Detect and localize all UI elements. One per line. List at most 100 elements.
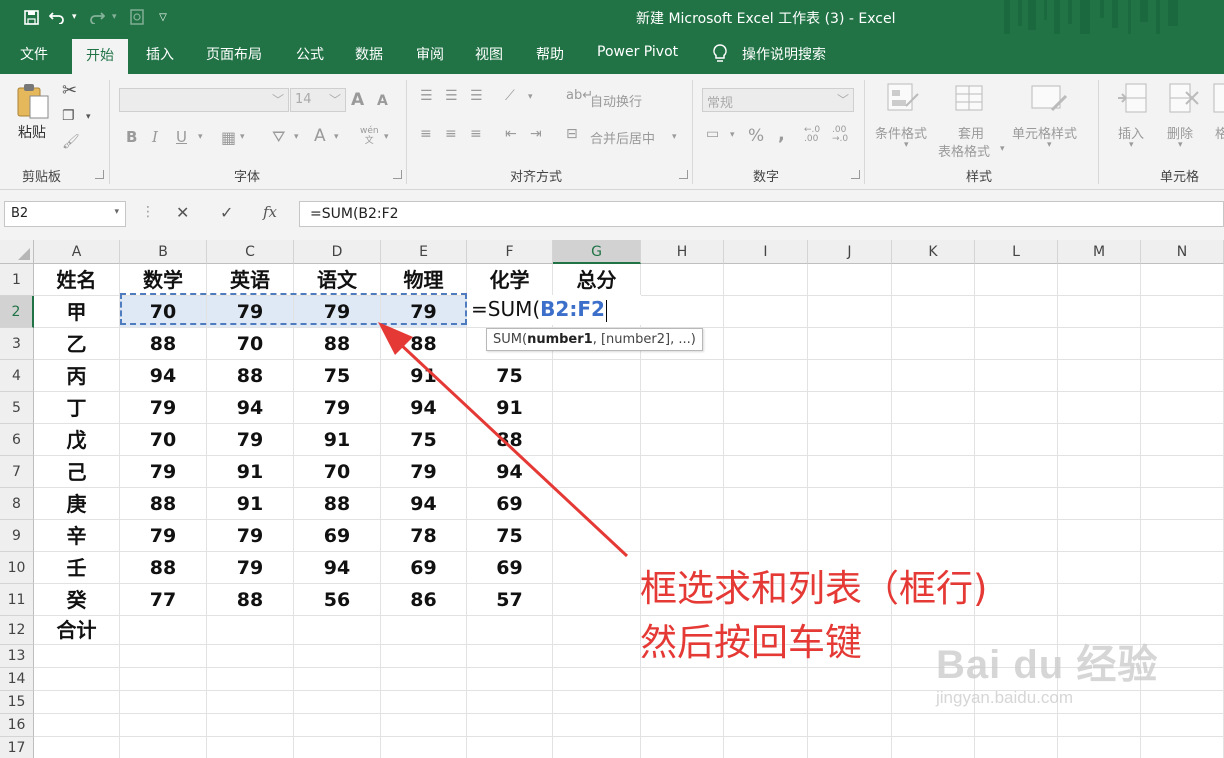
underline-dropdown-icon[interactable]: ▾ [198, 132, 203, 142]
cell-m6[interactable] [1058, 424, 1141, 456]
cell-d1[interactable]: 语文 [294, 264, 381, 296]
cell-k7[interactable] [892, 456, 975, 488]
cell-a1[interactable]: 姓名 [34, 264, 120, 296]
cell-d16[interactable] [294, 714, 381, 737]
row-header-17[interactable]: 17 [0, 737, 34, 758]
cell-l8[interactable] [975, 488, 1058, 520]
redo-icon[interactable] [86, 6, 108, 28]
tab-page-layout[interactable]: 页面布局 [206, 44, 262, 64]
cell-l1[interactable] [975, 264, 1058, 296]
cell-d7[interactable]: 70 [294, 456, 381, 488]
cell-b17[interactable] [120, 737, 207, 758]
cell-f7[interactable]: 94 [467, 456, 553, 488]
cell-e11[interactable]: 86 [381, 584, 467, 616]
cell-d2[interactable]: 79 [294, 296, 381, 328]
cell-k2[interactable] [892, 296, 975, 328]
cell-h2[interactable] [641, 296, 724, 328]
decrease-decimal-icon[interactable]: .00 →.0 [832, 126, 848, 144]
cell-h17[interactable] [641, 737, 724, 758]
cell-c8[interactable]: 91 [207, 488, 294, 520]
cell-e6[interactable]: 75 [381, 424, 467, 456]
grow-font-button[interactable]: A [351, 90, 364, 110]
cell-l6[interactable] [975, 424, 1058, 456]
format-painter-icon[interactable]: 🖌 [62, 134, 80, 150]
tab-view[interactable]: 视图 [475, 44, 503, 64]
tab-file[interactable]: 文件 [20, 44, 48, 64]
increase-indent-icon[interactable]: ⇥ [530, 126, 542, 142]
cell-m7[interactable] [1058, 456, 1141, 488]
select-all-corner[interactable] [0, 240, 34, 264]
delete-cells-dropdown-icon[interactable]: ▾ [1178, 140, 1183, 150]
cell-a4[interactable]: 丙 [34, 360, 120, 392]
cell-a8[interactable]: 庚 [34, 488, 120, 520]
cell-i7[interactable] [724, 456, 808, 488]
conditional-format-dropdown-icon[interactable]: ▾ [904, 140, 909, 150]
cell-j5[interactable] [808, 392, 892, 424]
cell-h1[interactable] [641, 264, 724, 296]
cell-a15[interactable] [34, 691, 120, 714]
accounting-dropdown-icon[interactable]: ▾ [730, 130, 735, 140]
more-dots-icon[interactable]: ⋮ [141, 204, 155, 220]
number-launcher-icon[interactable] [851, 170, 860, 179]
cell-a2[interactable]: 甲 [34, 296, 120, 328]
bold-button[interactable]: B [126, 128, 137, 146]
cell-i14[interactable] [724, 668, 808, 691]
cell-b10[interactable]: 88 [120, 552, 207, 584]
cell-j1[interactable] [808, 264, 892, 296]
cell-a10[interactable]: 壬 [34, 552, 120, 584]
tab-data[interactable]: 数据 [355, 44, 383, 64]
cell-j6[interactable] [808, 424, 892, 456]
insert-cells-icon[interactable] [1116, 82, 1150, 116]
format-as-table-line1[interactable]: 套用 [958, 123, 984, 142]
cancel-icon[interactable]: ✕ [176, 203, 189, 222]
row-header-13[interactable]: 13 [0, 645, 34, 668]
cell-b6[interactable]: 70 [120, 424, 207, 456]
cell-b1[interactable]: 数学 [120, 264, 207, 296]
cell-b2[interactable]: 70 [120, 296, 207, 328]
cell-i9[interactable] [724, 520, 808, 552]
row-header-6[interactable]: 6 [0, 424, 34, 456]
column-header-a[interactable]: A [34, 240, 120, 264]
accounting-format-icon[interactable]: ▭ [706, 126, 719, 142]
cell-g12[interactable] [553, 616, 641, 645]
cell-g8[interactable] [553, 488, 641, 520]
cell-k1[interactable] [892, 264, 975, 296]
underline-button[interactable]: U [176, 128, 187, 146]
merge-dropdown-icon[interactable]: ▾ [672, 132, 677, 142]
cell-c6[interactable]: 79 [207, 424, 294, 456]
tell-me-search[interactable]: 操作说明搜索 [742, 44, 826, 64]
cell-f16[interactable] [467, 714, 553, 737]
fill-dropdown-icon[interactable]: ▾ [294, 132, 299, 142]
cell-l16[interactable] [975, 714, 1058, 737]
row-header-8[interactable]: 8 [0, 488, 34, 520]
cell-l10[interactable] [975, 552, 1058, 584]
font-size-combo[interactable]: 14 ﹀ [290, 88, 346, 112]
cell-h4[interactable] [641, 360, 724, 392]
format-as-table-line2[interactable]: 表格格式 [938, 141, 990, 160]
cell-f9[interactable]: 75 [467, 520, 553, 552]
cell-d8[interactable]: 88 [294, 488, 381, 520]
cell-g17[interactable] [553, 737, 641, 758]
cell-i1[interactable] [724, 264, 808, 296]
decrease-indent-icon[interactable]: ⇤ [505, 126, 517, 142]
row-header-1[interactable]: 1 [0, 264, 34, 296]
column-header-j[interactable]: J [808, 240, 892, 264]
column-header-g[interactable]: G [553, 240, 641, 264]
insert-function-icon[interactable]: fx [263, 203, 277, 221]
enter-icon[interactable]: ✓ [220, 203, 233, 222]
cell-g15[interactable] [553, 691, 641, 714]
cell-h16[interactable] [641, 714, 724, 737]
cell-f4[interactable]: 75 [467, 360, 553, 392]
cell-k16[interactable] [892, 714, 975, 737]
align-right-icon[interactable]: ≡ [470, 126, 482, 142]
cell-c3[interactable]: 70 [207, 328, 294, 360]
cell-e17[interactable] [381, 737, 467, 758]
increase-decimal-icon[interactable]: ←.0.00 [804, 126, 820, 144]
cell-d11[interactable]: 56 [294, 584, 381, 616]
cell-c11[interactable]: 88 [207, 584, 294, 616]
column-header-l[interactable]: L [975, 240, 1058, 264]
cell-m4[interactable] [1058, 360, 1141, 392]
cell-b14[interactable] [120, 668, 207, 691]
cell-k4[interactable] [892, 360, 975, 392]
cell-f14[interactable] [467, 668, 553, 691]
